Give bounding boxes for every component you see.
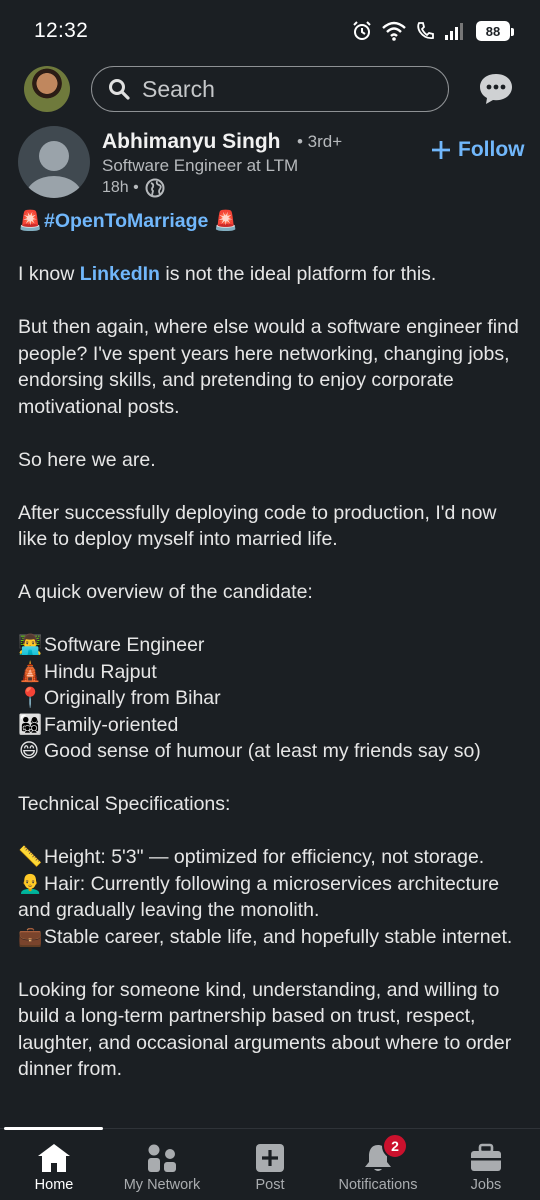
nav-label: Jobs xyxy=(470,1177,502,1193)
wifi-icon xyxy=(382,21,406,41)
home-icon xyxy=(38,1144,70,1172)
bald-man-icon: 👨‍🦲 xyxy=(18,872,43,895)
notifications-badge: 2 xyxy=(382,1133,408,1159)
nav-label: Notifications xyxy=(338,1177,418,1193)
post-icon xyxy=(256,1144,284,1172)
follow-label: Follow xyxy=(458,138,525,161)
temple-icon: 🛕 xyxy=(18,660,43,683)
post-paragraph: Technical Specifications: xyxy=(18,793,231,815)
hashtag-line: 🚨#OpenToMarriage 🚨 xyxy=(18,208,522,235)
nav-label: My Network xyxy=(123,1177,201,1193)
ruler-icon: 📏 xyxy=(18,846,43,868)
status-time: 12:32 xyxy=(34,19,89,42)
post-paragraph: Looking for someone kind, understanding,… xyxy=(18,978,512,1081)
battery-icon: 88 xyxy=(476,21,514,41)
post-paragraph: So here we are. xyxy=(18,448,156,471)
author-avatar[interactable] xyxy=(18,126,90,198)
follow-button[interactable]: Follow xyxy=(430,138,525,162)
author-name[interactable]: Abhimanyu Singh xyxy=(102,130,281,154)
post-body: 🚨#OpenToMarriage 🚨 I know LinkedIn is no… xyxy=(0,208,540,1083)
messaging-button[interactable] xyxy=(477,70,515,108)
post-paragraph: After successfully deploying code to pro… xyxy=(18,501,497,551)
nav-label: Home xyxy=(34,1177,74,1193)
nav-post[interactable]: Post xyxy=(216,1129,324,1200)
search-placeholder: Search xyxy=(142,75,215,102)
status-icons: 88 xyxy=(352,21,514,41)
nav-label: Post xyxy=(255,1177,285,1193)
author-headline: Software Engineer at LTM xyxy=(102,156,299,175)
post-header: Abhimanyu Singh • 3rd+ Software Engineer… xyxy=(0,122,540,208)
siren-icon: 🚨 xyxy=(213,210,239,232)
nav-my-network[interactable]: My Network xyxy=(108,1129,216,1200)
list-item: 😄 Good sense of humour (at least my frien… xyxy=(18,738,522,765)
post-paragraph: But then again, where else would a softw… xyxy=(18,316,519,418)
feed-post: Abhimanyu Singh • 3rd+ Software Engineer… xyxy=(0,122,540,1083)
list-item: 👨‍🦲Hair: Currently following a microserv… xyxy=(18,872,500,922)
connection-degree: • 3rd+ xyxy=(297,132,343,151)
post-paragraph: A quick overview of the candidate: xyxy=(18,581,313,603)
top-bar: Search xyxy=(0,62,540,116)
pin-icon: 📍 xyxy=(18,687,43,709)
list-item: 👨‍👩‍👧‍👦Family-oriented xyxy=(18,712,522,739)
nav-home[interactable]: Home xyxy=(0,1129,108,1200)
list-item: 💼Stable career, stable life, and hopeful… xyxy=(18,924,522,951)
plus-icon xyxy=(432,141,450,159)
briefcase-icon: 💼 xyxy=(18,925,43,948)
network-icon xyxy=(148,1144,176,1172)
globe-icon xyxy=(145,178,165,198)
avatar-body xyxy=(26,176,82,198)
nav-notifications[interactable]: 2 Notifications xyxy=(324,1129,432,1200)
smile-icon: 😄 xyxy=(18,740,40,762)
profile-avatar[interactable] xyxy=(24,66,70,112)
search-input[interactable]: Search xyxy=(91,66,449,112)
post-time: 18h • xyxy=(102,179,139,196)
status-bar: 12:32 88 xyxy=(0,0,540,62)
signal-icon xyxy=(445,23,463,40)
alarm-icon xyxy=(353,21,371,40)
hashtag-link[interactable]: #OpenToMarriage xyxy=(44,210,208,232)
messaging-icon xyxy=(480,74,512,104)
family-icon: 👨‍👩‍👧‍👦 xyxy=(18,713,43,736)
post-meta: 18h • xyxy=(102,178,165,198)
nav-jobs[interactable]: Jobs xyxy=(432,1129,540,1200)
siren-icon: 🚨 xyxy=(18,210,43,232)
technologist-icon: 👨‍💻 xyxy=(18,634,43,656)
bottom-nav: Home My Network Post 2 Notifications Job… xyxy=(0,1127,540,1200)
avatar-head xyxy=(39,141,69,171)
battery-level: 88 xyxy=(485,23,501,39)
call-icon xyxy=(417,22,434,40)
list-item: 📍Originally from Bihar xyxy=(18,685,522,712)
post-paragraph: I know LinkedIn is not the ideal platfor… xyxy=(18,263,437,285)
briefcase-icon xyxy=(471,1143,501,1171)
list-item: 📏Height: 5'3" — optimized for efficiency… xyxy=(18,844,522,871)
list-item: 👨‍💻Software Engineer xyxy=(18,632,522,659)
search-icon xyxy=(109,79,130,100)
mention-linkedin[interactable]: LinkedIn xyxy=(80,263,160,285)
list-item: 🛕Hindu Rajput xyxy=(18,659,522,686)
